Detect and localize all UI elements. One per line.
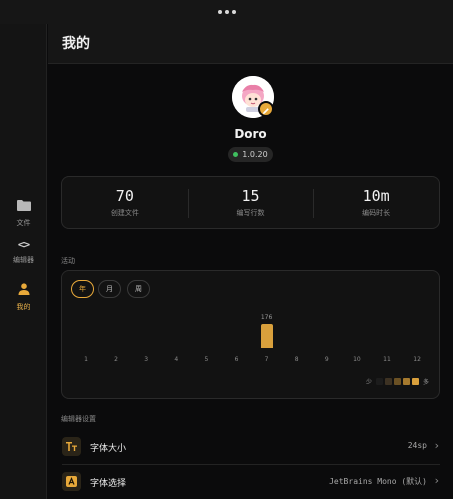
folder-icon xyxy=(16,196,31,215)
page-header: 我的 xyxy=(48,24,453,64)
sidebar-item-editor[interactable]: <> 编辑器 xyxy=(0,238,47,265)
activity-card: 年 月 周 1 2 3 4 5 6 7 176 8 9 10 11 12 少 多 xyxy=(61,270,440,399)
stat-coding-time: 10m 编码时长 xyxy=(313,177,439,228)
dot xyxy=(231,10,236,14)
setting-font-size[interactable]: 字体大小 24sp › xyxy=(48,430,453,464)
page-title: 我的 xyxy=(62,36,90,52)
stat-label: 编码时长 xyxy=(362,209,391,217)
stat-lines-written: 15 编写行数 xyxy=(187,177,314,228)
legend-swatch xyxy=(375,378,383,385)
username: Doro xyxy=(234,127,267,141)
stat-files-created: 70 创建文件 xyxy=(62,177,188,228)
legend-swatch xyxy=(411,378,419,385)
legend-less-label: 少 xyxy=(365,379,372,386)
legend-swatch xyxy=(402,378,410,385)
dot xyxy=(224,10,229,14)
stat-value: 10m xyxy=(362,187,390,205)
stats-card: 70 创建文件 15 编写行数 10m 编码时长 xyxy=(61,176,440,229)
x-tick-label: 7 xyxy=(264,356,269,363)
setting-name: 字体选择 xyxy=(90,479,127,489)
activity-legend: 少 多 xyxy=(364,377,431,386)
sidebar-item-label: 我的 xyxy=(16,303,31,311)
x-tick-label: 11 xyxy=(383,356,391,363)
x-tick-label: 6 xyxy=(234,356,239,363)
stat-label: 创建文件 xyxy=(110,209,139,217)
setting-font-family[interactable]: 字体选择 JetBrains Mono (默认) › xyxy=(48,465,453,499)
sidebar-item-files[interactable]: 文件 xyxy=(0,196,47,228)
legend-swatch xyxy=(384,378,392,385)
editor-settings-section-label: 编辑器设置 xyxy=(61,415,96,423)
x-tick-label: 12 xyxy=(413,356,421,363)
setting-value: 24sp xyxy=(407,441,427,450)
sidebar: 文件 <> 编辑器 我的 xyxy=(0,24,47,499)
bar-data-label: 176 xyxy=(260,314,273,321)
tab-year[interactable]: 年 xyxy=(71,280,94,298)
font-family-icon xyxy=(62,472,81,491)
setting-name: 字体大小 xyxy=(90,444,127,454)
x-tick-label: 3 xyxy=(144,356,149,363)
chevron-right-icon: › xyxy=(434,439,439,452)
x-tick-label: 4 xyxy=(174,356,179,363)
x-tick-label: 10 xyxy=(353,356,361,363)
sidebar-item-label: 文件 xyxy=(16,219,31,227)
stat-value: 70 xyxy=(115,187,134,205)
status-dot xyxy=(233,152,239,157)
chevron-right-icon: › xyxy=(434,474,439,487)
activity-section-label: 活动 xyxy=(61,257,75,265)
setting-value: JetBrains Mono (默认) xyxy=(329,477,427,486)
profile-page: Doro 1.0.20 70 创建文件 15 编写行数 10m 编码时长 活动 … xyxy=(48,64,453,499)
stat-value: 15 xyxy=(241,187,260,205)
x-tick-label: 1 xyxy=(84,356,88,363)
edit-avatar-button[interactable] xyxy=(258,101,274,117)
x-tick-label: 5 xyxy=(204,356,209,363)
font-size-icon xyxy=(62,437,81,456)
tab-month[interactable]: 月 xyxy=(98,280,121,298)
x-tick-label: 9 xyxy=(324,356,329,363)
user-icon xyxy=(18,280,30,299)
legend-more-label: 多 xyxy=(422,379,429,386)
chart-bar[interactable] xyxy=(260,324,273,348)
version-badge: 1.0.20 xyxy=(228,147,273,162)
pencil-icon xyxy=(262,100,270,119)
sidebar-item-label: 编辑器 xyxy=(13,256,34,264)
version-text: 1.0.20 xyxy=(242,150,268,159)
tab-week[interactable]: 周 xyxy=(127,280,150,298)
x-tick-label: 2 xyxy=(114,356,118,363)
window-menu-dots[interactable] xyxy=(0,0,453,24)
x-tick-label: 8 xyxy=(294,356,299,363)
dot xyxy=(217,10,222,14)
legend-swatch xyxy=(393,378,401,385)
sidebar-item-mine[interactable]: 我的 xyxy=(0,280,47,312)
code-icon: <> xyxy=(17,238,30,251)
stat-label: 编写行数 xyxy=(236,209,265,217)
